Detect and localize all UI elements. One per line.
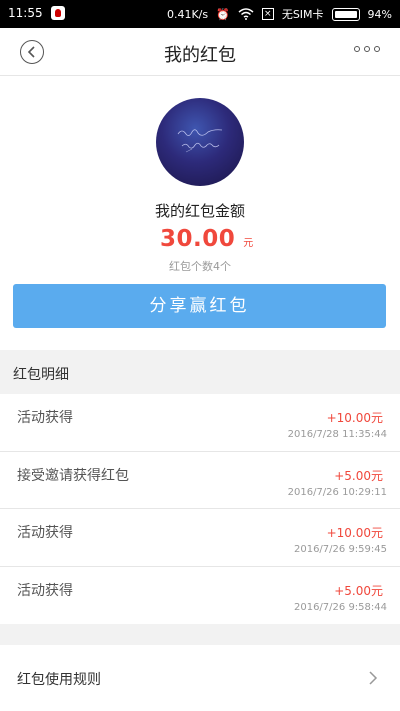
record-amount: +5.00元 (334, 583, 383, 598)
clock: 11:55 (8, 6, 43, 20)
amount-label: 我的红包金额 (154, 202, 245, 220)
battery-icon (331, 7, 360, 21)
share-win-button[interactable]: 分享赢红包 (13, 284, 386, 328)
amount-unit: 元 (243, 238, 254, 249)
amount-value: 30.00 (160, 226, 236, 252)
record-title: 活动获得 (17, 582, 73, 599)
usage-rules-row[interactable]: 红包使用规则 (0, 645, 400, 711)
amount-display: 30.00 元 (160, 226, 253, 252)
list-item[interactable]: 活动获得 +10.00元 2016/7/28 11:35:44 (0, 394, 400, 452)
page-title: 我的红包 (164, 45, 236, 66)
usage-rules-label: 红包使用规则 (17, 672, 101, 688)
avatar[interactable] (156, 98, 244, 186)
avatar-handwriting-image (177, 129, 223, 153)
record-time: 2016/7/26 9:59:45 (293, 544, 387, 555)
packet-count: 红包个数4个 (169, 260, 231, 273)
details-section-title: 红包明细 (13, 367, 69, 383)
more-options-button[interactable] (354, 46, 380, 52)
record-amount: +10.00元 (326, 526, 383, 540)
alarm-icon: ⏰ (216, 7, 230, 21)
network-speed: 0.41K/s (166, 7, 209, 21)
nav-bar: 我的红包 (0, 28, 400, 76)
record-time: 2016/7/26 10:29:11 (287, 486, 387, 498)
record-time: 2016/7/26 9:58:44 (293, 601, 387, 613)
list-item[interactable]: 活动获得 +10.00元 2016/7/26 9:59:45 (0, 509, 400, 567)
record-title: 活动获得 (17, 525, 73, 541)
more-dot-icon (374, 46, 380, 52)
status-bar: 11:55 0.41K/s ⏰ × 无SIM卡 94% (0, 0, 400, 28)
wifi-icon (238, 8, 254, 20)
record-title: 活动获得 (17, 410, 73, 426)
list-item[interactable]: 活动获得 +5.00元 2016/7/26 9:58:44 (0, 567, 400, 625)
chevron-right-icon (369, 671, 378, 685)
list-item[interactable]: 接受邀请获得红包 +5.00元 2016/7/26 10:29:11 (0, 452, 400, 509)
sim-status: 无SIM卡 (281, 8, 324, 21)
record-title: 接受邀请获得红包 (17, 467, 129, 484)
record-amount: +10.00元 (326, 411, 383, 425)
record-time: 2016/7/28 11:35:44 (287, 429, 387, 440)
more-dot-icon (354, 46, 360, 52)
more-dot-icon (364, 46, 370, 52)
no-sim-icon: × (261, 8, 274, 20)
red-packet-summary: 我的红包金额 30.00 元 红包个数4个 分享赢红包 (0, 76, 400, 350)
records-list: 活动获得 +10.00元 2016/7/28 11:35:44 接受邀请获得红包… (0, 394, 400, 624)
qq-notification-icon (50, 6, 65, 20)
battery-percent: 94% (367, 7, 392, 21)
record-amount: +5.00元 (334, 468, 383, 483)
battery-level (334, 10, 358, 18)
